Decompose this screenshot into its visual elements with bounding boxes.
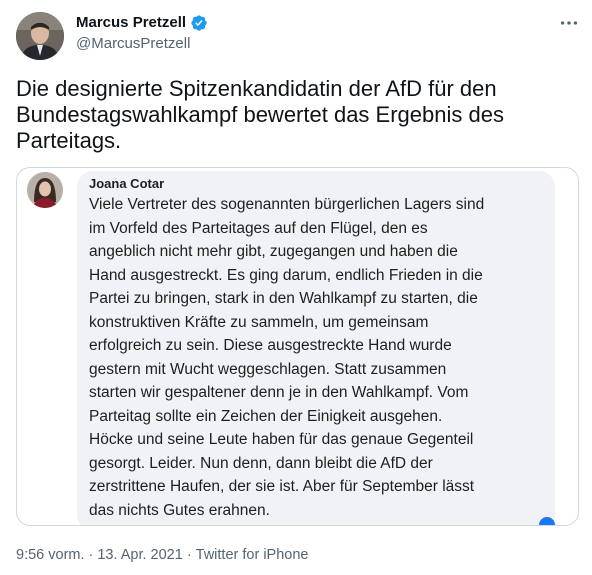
author-name-row: Marcus Pretzell bbox=[76, 13, 208, 33]
profile-avatar[interactable] bbox=[16, 12, 64, 60]
ellipsis-icon[interactable] bbox=[558, 12, 580, 34]
like-reaction-icon bbox=[539, 517, 555, 525]
tweet-text: Die designierte Spitzenkandidatin der Af… bbox=[16, 76, 504, 153]
tweet-time[interactable]: 9:56 vorm. bbox=[16, 545, 85, 565]
meta-separator: · bbox=[186, 547, 192, 563]
tweet-media-image[interactable]: Joana Cotar Viele Vertreter des sogenann… bbox=[16, 167, 579, 526]
profile-photo-icon bbox=[16, 12, 64, 60]
tweet-date[interactable]: 13. Apr. 2021 bbox=[97, 545, 182, 565]
author-handle[interactable]: @MarcusPretzell bbox=[76, 34, 190, 54]
comment-author: Joana Cotar bbox=[89, 176, 165, 191]
tweet-meta: 9:56 vorm. · 13. Apr. 2021 · Twitter for… bbox=[16, 545, 308, 565]
commenter-photo-icon bbox=[27, 172, 63, 208]
comment-text: Viele Vertreter des sogenannten bürgerli… bbox=[89, 196, 485, 519]
tweet-source-link[interactable]: Twitter for iPhone bbox=[196, 545, 309, 565]
commenter-avatar bbox=[27, 172, 63, 208]
verified-badge-icon bbox=[191, 15, 207, 31]
author-display-name[interactable]: Marcus Pretzell bbox=[76, 13, 186, 33]
meta-separator: · bbox=[88, 547, 94, 563]
